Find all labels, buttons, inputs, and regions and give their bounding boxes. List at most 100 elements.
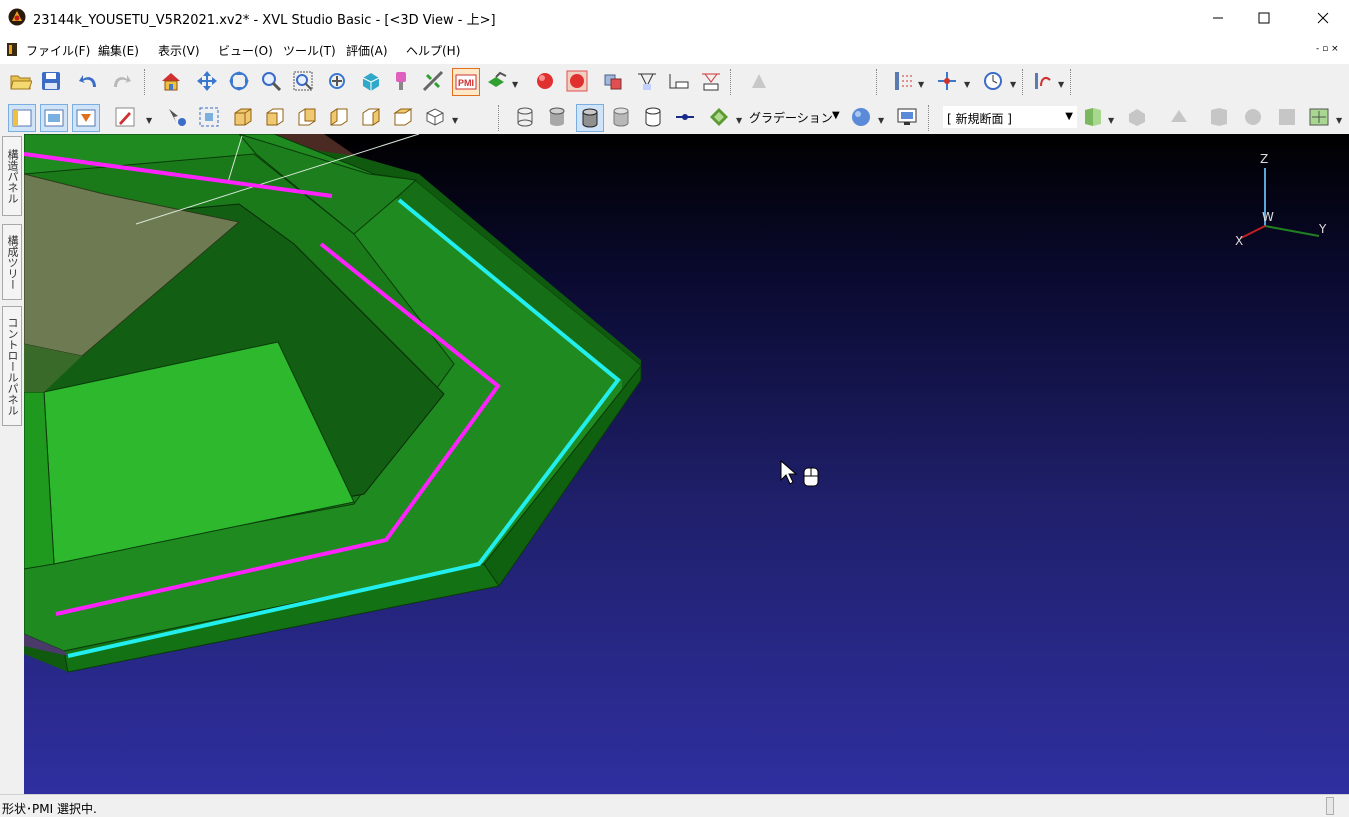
view-back-icon[interactable] — [294, 104, 320, 130]
status-bar: 形状･PMI 選択中. — [0, 794, 1349, 817]
view-front-icon[interactable] — [262, 104, 288, 130]
minimize-button[interactable] — [1195, 0, 1241, 36]
zoom-fit-icon[interactable] — [324, 68, 350, 94]
section-tool-3-icon[interactable] — [1206, 104, 1232, 130]
menu-edit[interactable]: 編集(E) — [98, 42, 139, 59]
outline-cylinder-icon[interactable] — [640, 104, 666, 130]
sphere-icon[interactable] — [532, 68, 558, 94]
dropdown-arrow-icon[interactable]: ▼ — [146, 116, 152, 125]
shading-mode-label[interactable]: グラデーション — [749, 109, 833, 126]
resize-grip[interactable] — [1326, 797, 1334, 815]
dropdown-arrow-icon[interactable]: ▼ — [452, 116, 458, 125]
toolbar-grip[interactable] — [730, 69, 734, 95]
fit-all-icon[interactable] — [196, 104, 222, 130]
window-title: 23144k_YOUSETU_V5R2021.xv2* - XVL Studio… — [33, 13, 496, 28]
mdi-window-controls[interactable]: - ▫ × — [1316, 44, 1339, 54]
pmi-icon[interactable]: PMI — [452, 68, 480, 96]
shaded-edges-cylinder-icon[interactable] — [576, 104, 604, 132]
paint-icon[interactable] — [388, 68, 414, 94]
section-tool-2-icon[interactable] — [1166, 104, 1192, 130]
tab-configuration-tree[interactable]: 構成ツリー — [2, 224, 22, 300]
section-plane-icon[interactable] — [890, 68, 916, 94]
dropdown-arrow-icon[interactable]: ▼ — [1108, 116, 1114, 125]
status-text: 形状･PMI 選択中. — [2, 802, 97, 816]
menu-view[interactable]: 表示(V) — [158, 42, 200, 59]
section-tool-1-icon[interactable] — [1124, 104, 1150, 130]
dropdown-arrow-icon[interactable]: ▼ — [736, 116, 742, 125]
view-right-icon[interactable] — [358, 104, 384, 130]
sphere-frame-icon[interactable] — [564, 68, 590, 94]
assembly-icon[interactable] — [484, 68, 510, 94]
dropdown-arrow-icon[interactable]: ▼ — [1010, 80, 1016, 89]
explode-icon[interactable] — [934, 68, 960, 94]
dimension-icon[interactable] — [634, 68, 660, 94]
wireframe-cylinder-icon[interactable] — [512, 104, 538, 130]
redo-icon[interactable] — [108, 68, 134, 94]
axis-z-label: Z — [1260, 152, 1269, 166]
animation-icon[interactable] — [1030, 68, 1056, 94]
zoom-icon[interactable] — [258, 68, 284, 94]
toolbar-grip[interactable] — [498, 105, 502, 131]
tab-structure-panel[interactable]: 構造パネル — [2, 136, 22, 216]
note-icon[interactable] — [698, 68, 724, 94]
axis-x-label: X — [1235, 234, 1244, 248]
cube-pair-icon[interactable] — [600, 68, 626, 94]
toolbar-grip[interactable] — [1022, 69, 1026, 95]
measure-icon[interactable] — [420, 68, 446, 94]
view-custom-icon[interactable] — [422, 104, 448, 130]
tree-panel-toggle-icon[interactable] — [40, 104, 68, 132]
view-left-icon[interactable] — [326, 104, 352, 130]
section-book-icon[interactable] — [1080, 104, 1106, 130]
toolbar-grip[interactable] — [1070, 69, 1074, 95]
control-panel-toggle-icon[interactable] — [72, 104, 100, 132]
display-settings-icon[interactable] — [894, 104, 920, 130]
view-iso-icon[interactable] — [230, 104, 256, 130]
pointer-select-icon[interactable] — [164, 104, 190, 130]
open-icon[interactable] — [8, 68, 34, 94]
dropdown-arrow-icon[interactable]: ▼ — [878, 116, 884, 125]
chevron-down-icon[interactable]: ▼ — [832, 110, 840, 121]
dropdown-arrow-icon[interactable]: ▼ — [918, 80, 924, 89]
menu-help[interactable]: ヘルプ(H) — [406, 42, 460, 59]
toolbar-grip[interactable] — [876, 69, 880, 95]
shaded-cylinder-icon[interactable] — [544, 104, 570, 130]
toolbar-grip[interactable] — [144, 69, 148, 95]
zoom-window-icon[interactable] — [290, 68, 316, 94]
close-button[interactable] — [1300, 0, 1346, 36]
app-logo-icon — [8, 8, 26, 26]
maximize-button[interactable] — [1241, 0, 1287, 36]
menu-viewpoint[interactable]: ビュー(O) — [218, 42, 273, 59]
undo-icon[interactable] — [76, 68, 102, 94]
dropdown-arrow-icon[interactable]: ▼ — [512, 80, 518, 89]
select-part-icon[interactable] — [358, 68, 384, 94]
save-icon[interactable] — [38, 68, 64, 94]
home-view-icon[interactable] — [158, 68, 184, 94]
view-top-icon[interactable] — [390, 104, 416, 130]
dropdown-arrow-icon[interactable]: ▼ — [1336, 116, 1342, 125]
hidden-line-cylinder-icon[interactable] — [608, 104, 634, 130]
menu-tools[interactable]: ツール(T) — [283, 42, 336, 59]
structure-panel-toggle-icon[interactable] — [8, 104, 36, 132]
section-select[interactable]: [ 新規断面 ] ▼ — [942, 105, 1078, 129]
transparency-icon[interactable] — [746, 68, 772, 94]
section-tool-6-icon[interactable] — [1306, 104, 1332, 130]
menu-file[interactable]: ファイル(F) — [26, 42, 90, 59]
menu-evaluate[interactable]: 評価(A) — [346, 42, 388, 59]
material-sphere-icon[interactable] — [848, 104, 874, 130]
rotate-icon[interactable] — [226, 68, 252, 94]
background-icon[interactable] — [706, 104, 732, 130]
dropdown-arrow-icon[interactable]: ▼ — [964, 80, 970, 89]
clock-icon[interactable] — [980, 68, 1006, 94]
model-scene — [24, 134, 642, 673]
3d-viewport[interactable]: Z W X Y — [24, 134, 1349, 794]
section-tool-4-icon[interactable] — [1240, 104, 1266, 130]
axis-gizmo: Z W X Y — [1229, 152, 1329, 252]
toolbar-grip[interactable] — [928, 105, 932, 131]
annotation-icon[interactable] — [666, 68, 692, 94]
edge-display-icon[interactable] — [672, 104, 698, 130]
section-tool-5-icon[interactable] — [1274, 104, 1300, 130]
pen-icon[interactable] — [112, 104, 138, 130]
tab-control-panel[interactable]: コントロールパネル — [2, 306, 22, 426]
dropdown-arrow-icon[interactable]: ▼ — [1058, 80, 1064, 89]
pan-icon[interactable] — [194, 68, 220, 94]
